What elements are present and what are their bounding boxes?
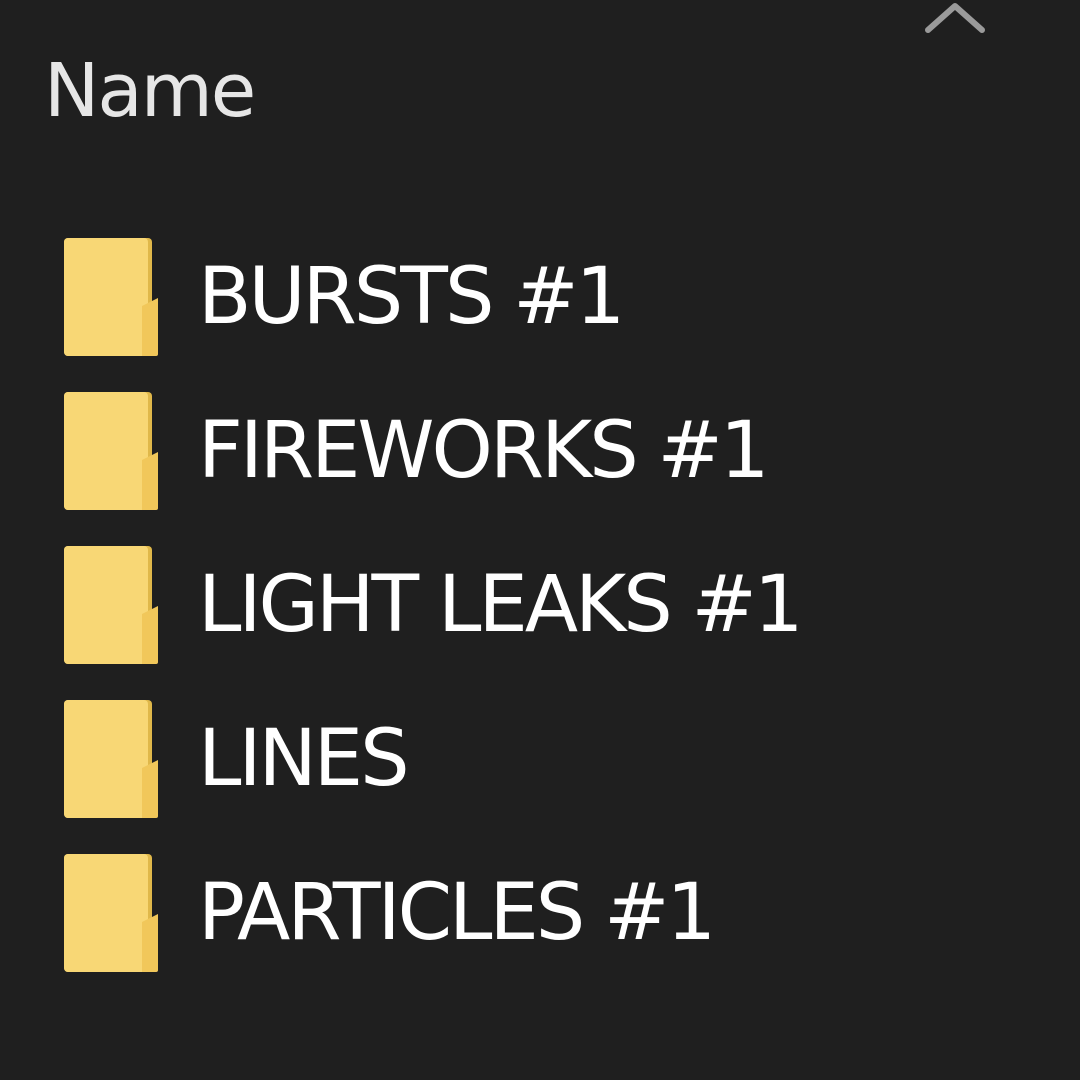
folder-name: BURSTS #1: [198, 252, 625, 342]
list-item[interactable]: LINES: [44, 684, 944, 834]
chevron-up-icon[interactable]: [922, 0, 988, 36]
list-item[interactable]: FIREWORKS #1: [44, 376, 944, 526]
folder-name: LIGHT LEAKS #1: [198, 560, 804, 650]
list-item[interactable]: LIGHT LEAKS #1: [44, 530, 944, 680]
folder-icon: [64, 700, 158, 818]
folder-name: FIREWORKS #1: [198, 406, 769, 496]
folder-name: LINES: [198, 714, 410, 804]
list-item[interactable]: PARTICLES #1: [44, 838, 944, 988]
folder-icon: [64, 546, 158, 664]
folder-name: PARTICLES #1: [198, 868, 716, 958]
folder-icon: [64, 392, 158, 510]
column-header-name[interactable]: Name: [44, 46, 256, 136]
file-explorer-pane: Name BURSTS #1 FIREWORKS #1 LIGHT LEAKS …: [0, 0, 1080, 1080]
folder-icon: [64, 854, 158, 972]
folder-icon: [64, 238, 158, 356]
list-item[interactable]: BURSTS #1: [44, 222, 944, 372]
